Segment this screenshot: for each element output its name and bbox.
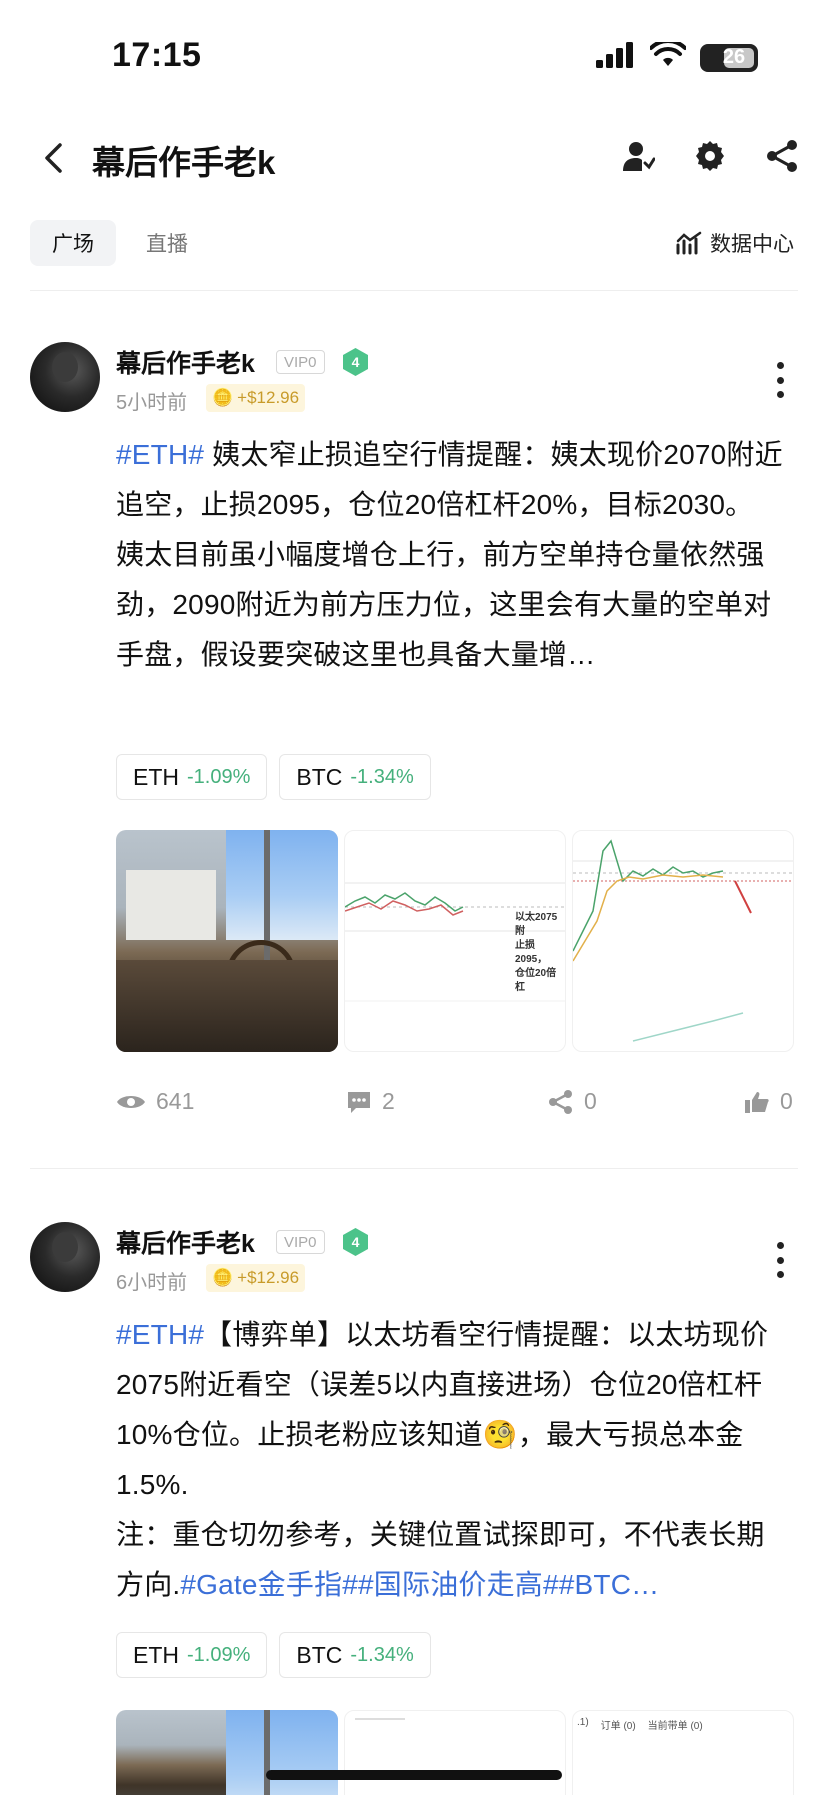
chart-caption: 以太2075附 止损2095， 仓位20倍杠: [515, 912, 558, 993]
post-images: 以太2075附 止损2095， 仓位20倍杠: [116, 830, 794, 1052]
settings-button[interactable]: [690, 136, 730, 176]
share-button[interactable]: [762, 136, 802, 176]
signal-icon: [596, 42, 636, 73]
hashtag-link[interactable]: #ETH#: [116, 439, 204, 470]
ticker-chip-eth[interactable]: ETH -1.09%: [116, 1632, 268, 1678]
tab-square[interactable]: 广场: [30, 220, 116, 266]
ticker-symbol: BTC: [296, 763, 343, 790]
post-card[interactable]: 幕后作手老k VIP0 4 5小时前 🪙 +$12.96 #ETH# 姨太窄止损…: [0, 342, 828, 1142]
ticker-symbol: BTC: [296, 1641, 343, 1668]
ticker-chip-btc[interactable]: BTC -1.34%: [279, 754, 431, 800]
level-number: 4: [351, 354, 360, 370]
back-button[interactable]: [34, 138, 74, 178]
post-text: 【博弈单】以太坊看空行情提醒：以太坊现价2075附近看空（误差5以内直接进场）仓…: [116, 1319, 769, 1500]
post-image-office[interactable]: [116, 1710, 338, 1795]
eye-icon: [117, 1095, 145, 1108]
post-image-chart-1[interactable]: 以太2075附 止损2095， 仓位20倍杠: [344, 830, 566, 1052]
avatar[interactable]: [30, 342, 100, 412]
battery-icon: 26: [700, 43, 758, 72]
ticker-symbol: ETH: [133, 1641, 179, 1668]
post-body[interactable]: #ETH#【博弈单】以太坊看空行情提醒：以太坊现价2075附近看空（误差5以内直…: [116, 1310, 792, 1610]
tab-live[interactable]: 直播: [124, 220, 210, 266]
follow-user-button[interactable]: [618, 136, 658, 176]
views-count: 641: [156, 1088, 195, 1114]
ticker-chips: ETH -1.09% BTC -1.34%: [116, 754, 431, 800]
post-stats: 641 2 0 0: [116, 1088, 796, 1124]
reward-badge: 🪙 +$12.96: [206, 1264, 306, 1292]
level-badge: 4: [342, 1227, 369, 1257]
ticker-change: -1.09%: [187, 765, 251, 788]
home-indicator[interactable]: [266, 1770, 562, 1780]
post-card[interactable]: 幕后作手老k VIP0 4 6小时前 🪙 +$12.96 #ETH#【博弈单】以…: [0, 1222, 828, 1795]
coin-icon: 🪙: [212, 388, 234, 407]
post-time: 5小时前: [116, 392, 188, 414]
post-image-orders[interactable]: .1) 订单 (0) 当前带单 (0): [572, 1710, 794, 1795]
page-title: 幕后作手老k: [92, 144, 276, 181]
post-time: 6小时前: [116, 1272, 188, 1294]
ticker-change: -1.34%: [350, 1643, 414, 1666]
post-text: 姨太窄止损追空行情提醒：姨太现价2070附近追空，止损2095，仓位20倍杠杆2…: [116, 439, 783, 520]
avatar[interactable]: [30, 1222, 100, 1292]
like-button[interactable]: 0: [744, 1088, 793, 1115]
reward-amount: +$12.96: [237, 1268, 300, 1287]
vip-badge: VIP0: [276, 350, 325, 374]
feed-tabs: 广场 直播 数据中心: [0, 218, 828, 268]
more-options-button[interactable]: [774, 362, 786, 398]
share-count: 0: [584, 1088, 597, 1114]
author-name[interactable]: 幕后作手老k: [116, 1224, 255, 1260]
like-count: 0: [780, 1088, 793, 1114]
thumbs-up-icon: [745, 1091, 769, 1113]
views-stat: 641: [116, 1088, 194, 1115]
comment-button[interactable]: 2: [346, 1088, 395, 1115]
ticker-chips: ETH -1.09% BTC -1.34%: [116, 1632, 431, 1678]
author-name[interactable]: 幕后作手老k: [116, 344, 255, 380]
gear-icon: [696, 141, 724, 171]
vip-badge: VIP0: [276, 1230, 325, 1254]
reward-badge: 🪙 +$12.96: [206, 384, 306, 412]
ticker-chip-btc[interactable]: BTC -1.34%: [279, 1632, 431, 1678]
data-center-link[interactable]: 数据中心: [676, 228, 794, 258]
user-follow-icon: [623, 142, 655, 171]
level-number: 4: [351, 1234, 360, 1250]
post-images: .1) 订单 (0) 当前带单 (0): [116, 1710, 794, 1795]
app-header: 幕后作手老k: [0, 120, 828, 196]
hashtag-link[interactable]: #ETH#: [116, 1319, 204, 1350]
divider: [30, 1168, 798, 1169]
post-text: 姨太目前虽小幅度增仓上行，前方空单持仓量依然强劲，2090附近为前方压力位，这里…: [116, 539, 772, 670]
share-icon: [549, 1089, 572, 1114]
status-icons: 26: [596, 38, 758, 73]
share-post-button[interactable]: 0: [548, 1088, 597, 1115]
status-time: 17:15: [112, 36, 202, 74]
reward-amount: +$12.96: [237, 388, 300, 407]
battery-level: 26: [722, 46, 746, 68]
comment-count: 2: [382, 1088, 395, 1114]
coin-icon: 🪙: [212, 1268, 234, 1287]
ticker-change: -1.34%: [350, 765, 414, 788]
post-image-chart-1[interactable]: [344, 1710, 566, 1795]
ticker-symbol: ETH: [133, 763, 179, 790]
chart-icon: [676, 231, 702, 255]
more-options-button[interactable]: [774, 1242, 786, 1278]
data-center-label: 数据中心: [710, 233, 794, 256]
post-image-chart-2[interactable]: [572, 830, 794, 1052]
ticker-chip-eth[interactable]: ETH -1.09%: [116, 754, 268, 800]
share-icon: [767, 140, 797, 172]
post-image-office[interactable]: [116, 830, 338, 1052]
wifi-icon: [649, 38, 687, 73]
chevron-left-icon: [45, 143, 62, 173]
ticker-change: -1.09%: [187, 1643, 251, 1666]
comment-icon: [348, 1091, 370, 1113]
status-bar: 17:15 26: [0, 0, 828, 110]
divider: [30, 290, 798, 291]
level-badge: 4: [342, 347, 369, 377]
hashtag-links[interactable]: #Gate金手指##国际油价走高##BTC…: [180, 1569, 659, 1600]
post-body[interactable]: #ETH# 姨太窄止损追空行情提醒：姨太现价2070附近追空，止损2095，仓位…: [116, 430, 792, 680]
